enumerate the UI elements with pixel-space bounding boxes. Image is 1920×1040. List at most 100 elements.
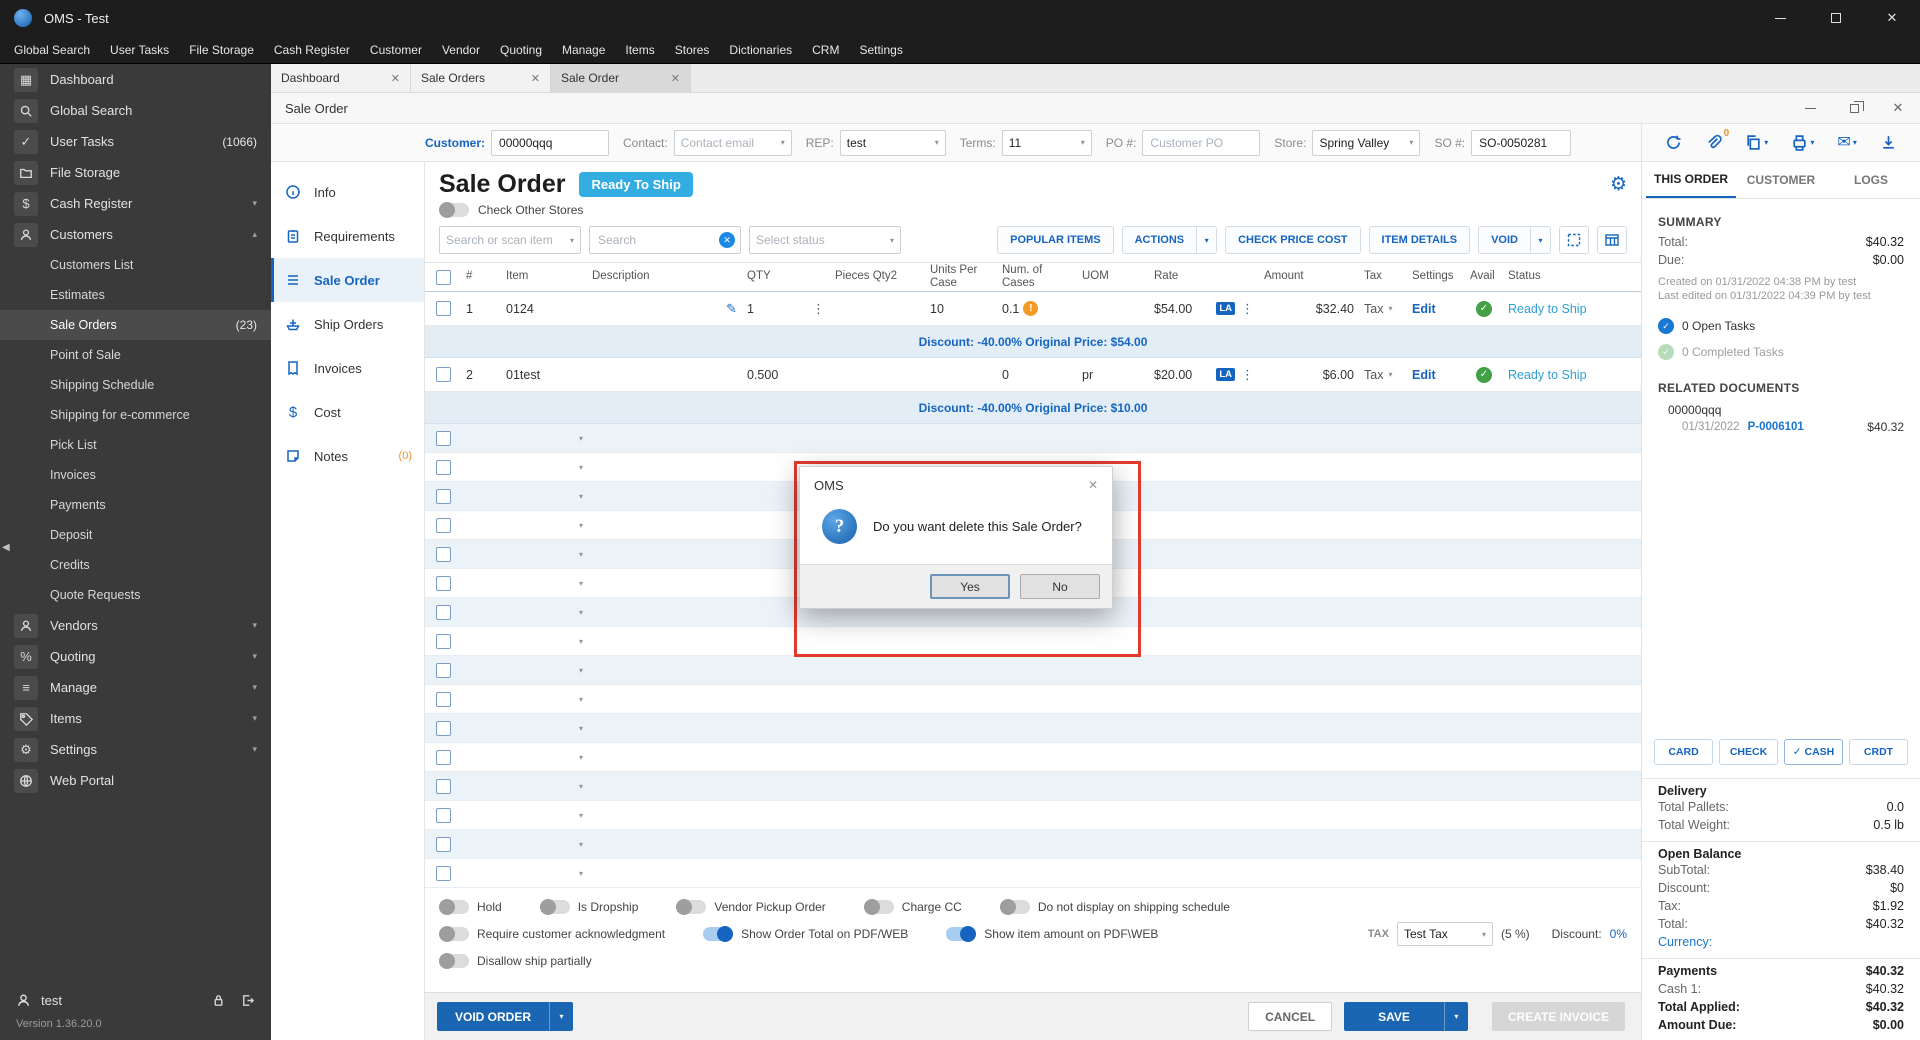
- terms-select[interactable]: 11 ▾: [1001, 129, 1092, 156]
- empty-table-row[interactable]: ▾: [425, 830, 1641, 859]
- sidebar-sub-estimates[interactable]: Estimates: [0, 280, 271, 310]
- row-checkbox[interactable]: [435, 546, 451, 562]
- nav-item-requirements[interactable]: Requirements: [271, 214, 424, 258]
- po-input[interactable]: [1142, 129, 1261, 156]
- export-icon[interactable]: [1880, 134, 1897, 151]
- row-checkbox[interactable]: [435, 778, 451, 794]
- dialog-close-icon[interactable]: ✕: [1088, 478, 1098, 492]
- crdt-button[interactable]: CRDT: [1849, 739, 1908, 765]
- completed-tasks-row[interactable]: ✓ 0 Completed Tasks: [1642, 339, 1920, 365]
- refresh-icon[interactable]: [1665, 134, 1682, 151]
- so-number-input[interactable]: [1471, 129, 1572, 156]
- item-select-chevron-icon[interactable]: ▾: [501, 550, 587, 559]
- select-all-checkbox[interactable]: [435, 269, 451, 285]
- item-select-chevron-icon[interactable]: ▾: [501, 579, 587, 588]
- pencil-icon[interactable]: ✎: [726, 301, 737, 317]
- row-checkbox[interactable]: [435, 836, 451, 852]
- menu-dictionaries[interactable]: Dictionaries: [719, 36, 802, 63]
- sidebar-sub-shipping-schedule[interactable]: Shipping Schedule: [0, 370, 271, 400]
- row-checkbox[interactable]: [435, 430, 451, 446]
- menu-vendor[interactable]: Vendor: [432, 36, 490, 63]
- menu-stores[interactable]: Stores: [665, 36, 720, 63]
- empty-table-row[interactable]: ▾: [425, 685, 1641, 714]
- sidebar-sub-sale-orders[interactable]: Sale Orders (23): [0, 310, 271, 340]
- status-filter-select[interactable]: Select status ▾: [749, 226, 901, 254]
- item-select-chevron-icon[interactable]: ▾: [501, 637, 587, 646]
- empty-table-row[interactable]: ▾: [425, 743, 1641, 772]
- actions-button[interactable]: ACTIONS: [1121, 226, 1198, 254]
- empty-table-row[interactable]: ▾: [425, 772, 1641, 801]
- row-checkbox[interactable]: [435, 301, 451, 316]
- menu-items[interactable]: Items: [615, 36, 664, 63]
- kebab-icon[interactable]: ⋮: [1241, 301, 1254, 317]
- nav-item-invoices[interactable]: Invoices: [271, 346, 424, 390]
- card-button[interactable]: CARD: [1654, 739, 1713, 765]
- sidebar-item-settings[interactable]: ⚙ Settings ▾: [0, 734, 271, 765]
- item-select-chevron-icon[interactable]: ▾: [501, 695, 587, 704]
- row-checkbox[interactable]: [435, 367, 451, 382]
- row-checkbox[interactable]: [435, 662, 451, 678]
- create-invoice-button[interactable]: CREATE INVOICE: [1491, 1002, 1625, 1031]
- row-checkbox[interactable]: [435, 691, 451, 707]
- disallow-partial-toggle[interactable]: [439, 953, 469, 969]
- actions-dropdown-arrow[interactable]: ▾: [1197, 226, 1218, 254]
- edit-link[interactable]: Edit: [1412, 368, 1436, 382]
- check-button[interactable]: CHECK: [1719, 739, 1778, 765]
- maximize-button[interactable]: [1808, 0, 1864, 36]
- is-dropship-toggle[interactable]: [539, 899, 570, 915]
- empty-table-row[interactable]: ▾: [425, 714, 1641, 743]
- save-button[interactable]: SAVE: [1344, 1002, 1444, 1031]
- tab-close-icon[interactable]: ✕: [671, 72, 680, 85]
- menu-crm[interactable]: CRM: [802, 36, 849, 63]
- menu-quoting[interactable]: Quoting: [490, 36, 552, 63]
- check-price-cost-button[interactable]: CHECK PRICE COST: [1225, 226, 1361, 254]
- row-checkbox[interactable]: [435, 749, 451, 765]
- cell-tax-select[interactable]: Tax ▾: [1359, 302, 1407, 316]
- menu-user-tasks[interactable]: User Tasks: [100, 36, 179, 63]
- rep-select[interactable]: test ▾: [839, 129, 946, 156]
- table-columns-icon[interactable]: [1597, 226, 1627, 254]
- related-doc-link[interactable]: P-0006101: [1748, 421, 1804, 433]
- menu-global-search[interactable]: Global Search: [4, 36, 100, 63]
- tax-select[interactable]: Test Tax ▾: [1396, 922, 1493, 946]
- item-select-chevron-icon[interactable]: ▾: [501, 608, 587, 617]
- sidebar-sub-payments[interactable]: Payments: [0, 490, 271, 520]
- item-select-chevron-icon[interactable]: ▾: [501, 492, 587, 501]
- tab-logs[interactable]: LOGS: [1826, 162, 1916, 198]
- item-select-chevron-icon[interactable]: ▾: [501, 811, 587, 820]
- sidebar-sub-deposit[interactable]: Deposit: [0, 520, 271, 550]
- kebab-icon[interactable]: ⋮: [812, 301, 825, 317]
- vendor-pickup-toggle[interactable]: [676, 899, 707, 915]
- sidebar-sub-point-of-sale[interactable]: Point of Sale: [0, 340, 271, 370]
- sidebar-item-web-portal[interactable]: Web Portal: [0, 765, 271, 796]
- sidebar-item-items[interactable]: Items ▾: [0, 703, 271, 734]
- item-select-chevron-icon[interactable]: ▾: [501, 782, 587, 791]
- sidebar-item-customers[interactable]: Customers ▴: [0, 219, 271, 250]
- row-checkbox[interactable]: [435, 488, 451, 504]
- item-select-chevron-icon[interactable]: ▾: [501, 724, 587, 733]
- table-row[interactable]: 1 0124 ✎ 1 ⋮ 10 0.1! $54.00 LA ⋮ $32.40 Tax…: [425, 292, 1641, 326]
- row-checkbox[interactable]: [435, 459, 451, 475]
- item-details-button[interactable]: ITEM DETAILS: [1368, 226, 1471, 254]
- show-item-amount-toggle[interactable]: [946, 926, 977, 942]
- nav-item-notes[interactable]: Notes (0): [271, 434, 424, 478]
- print-icon[interactable]: ▾: [1791, 134, 1814, 151]
- tab-customer[interactable]: CUSTOMER: [1736, 162, 1826, 198]
- inner-close-button[interactable]: ✕: [1876, 93, 1920, 123]
- yes-button[interactable]: Yes: [930, 574, 1010, 599]
- lock-icon[interactable]: [211, 993, 226, 1008]
- menu-customer[interactable]: Customer: [360, 36, 432, 63]
- row-checkbox[interactable]: [435, 604, 451, 620]
- charge-cc-toggle[interactable]: [863, 899, 894, 915]
- sidebar-sub-invoices[interactable]: Invoices: [0, 460, 271, 490]
- empty-table-row[interactable]: ▾: [425, 859, 1641, 888]
- menu-cash-register[interactable]: Cash Register: [264, 36, 360, 63]
- void-order-dropdown-arrow[interactable]: ▾: [549, 1002, 574, 1031]
- close-button[interactable]: ✕: [1864, 0, 1920, 36]
- nav-item-ship-orders[interactable]: Ship Orders: [271, 302, 424, 346]
- sidebar-item-quoting[interactable]: % Quoting ▾: [0, 641, 271, 672]
- row-checkbox[interactable]: [435, 720, 451, 736]
- no-button[interactable]: No: [1020, 574, 1100, 599]
- item-select-chevron-icon[interactable]: ▾: [501, 840, 587, 849]
- void-dropdown-arrow[interactable]: ▾: [1531, 226, 1551, 254]
